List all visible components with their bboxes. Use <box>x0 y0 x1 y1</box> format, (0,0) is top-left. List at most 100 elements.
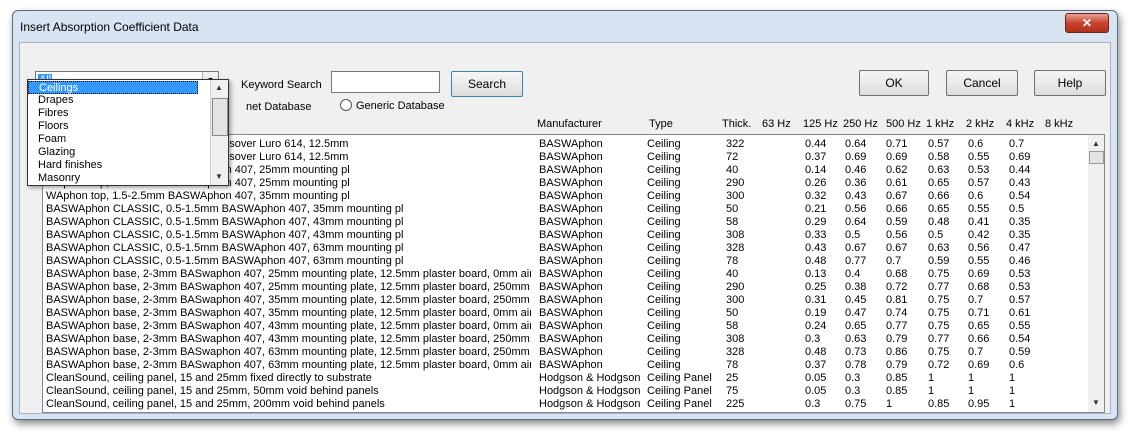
cell-coefficient: 0.54 <box>1009 190 1031 202</box>
table-row[interactable]: BASWAphon base, 2-3mm BASwaphon 407, 35m… <box>43 294 1088 307</box>
search-button[interactable]: Search <box>451 71 523 97</box>
dropdown-option[interactable]: Foam <box>28 133 208 146</box>
table-row[interactable]: BASWAphon base, 2-3mm BASwaphon 407, 63m… <box>43 346 1088 359</box>
cancel-button[interactable]: Cancel <box>946 70 1018 96</box>
cell-coefficient: 0.53 <box>1009 268 1031 280</box>
category-dropdown-list[interactable]: ▲ ▼ Ceilings Drapes Fibres Floors Foam Glazin… <box>27 79 229 186</box>
scroll-down-icon[interactable]: ▼ <box>1089 396 1103 410</box>
cell-thickness: 50 <box>726 307 739 319</box>
table-row[interactable]: BASWAphon base, 2-3mm BASwaphon 407, 25m… <box>43 281 1088 294</box>
help-button[interactable]: Help <box>1034 70 1106 96</box>
dropdown-scrollbar[interactable]: ▲ ▼ <box>210 80 228 185</box>
table-row[interactable]: BASWAphon base, 2-3mm BASwaphon 407, 63m… <box>43 359 1088 372</box>
cell-name: CleanSound, ceiling panel, 15 and 25mm, … <box>46 398 385 410</box>
cell-coefficient: 0.59 <box>886 216 908 228</box>
cell-type: Ceiling <box>647 164 681 176</box>
cell-coefficient: 0.37 <box>805 359 827 371</box>
cell-manufacturer: BASWAphon <box>539 138 603 150</box>
radio-generic-database[interactable]: Generic Database <box>340 99 445 112</box>
table-row[interactable]: BASWAphon base, 2-3mm BASwaphon 407, 35m… <box>43 307 1088 320</box>
cell-coefficient: 0.5 <box>1009 203 1025 215</box>
cell-name: CleanSound, ceiling panel, 15 and 25mm, … <box>46 385 379 397</box>
cell-coefficient: 0.5 <box>928 229 944 241</box>
cell-coefficient: 0.48 <box>805 346 827 358</box>
dropdown-option[interactable]: Hard finishes <box>28 159 208 172</box>
dropdown-option[interactable]: Ceilings <box>28 81 198 94</box>
table-row[interactable]: BASWAphon base, 2-3mm BASwaphon 407, 43m… <box>43 320 1088 333</box>
vertical-scrollbar[interactable]: ▲ ▼ <box>1088 135 1104 412</box>
column-header: 8 kHz <box>1045 118 1074 130</box>
cell-coefficient: 0.64 <box>845 216 867 228</box>
table-row[interactable]: BASWAphon base, 2-3mm BASwaphon 407, 25m… <box>43 268 1088 281</box>
cell-type: Ceiling <box>647 281 681 293</box>
cell-coefficient: 0.69 <box>968 359 990 371</box>
cell-coefficient: 1 <box>886 398 893 410</box>
radio-net-database[interactable]: net Database <box>246 101 311 113</box>
cell-name: BASWAphon CLASSIC, 0.5-1.5mm BASWAphon 4… <box>46 255 404 267</box>
table-row[interactable]: BASWAphon CLASSIC, 0.5-1.5mm BASWAphon 4… <box>43 255 1088 268</box>
cell-coefficient: 0.95 <box>968 398 990 410</box>
cell-coefficient: 0.62 <box>886 164 908 176</box>
cell-coefficient: 0.47 <box>1009 242 1031 254</box>
cell-manufacturer: BASWAphon <box>539 164 603 176</box>
dropdown-scroll-thumb[interactable] <box>212 98 228 136</box>
cell-coefficient: 0.77 <box>845 255 867 267</box>
cell-coefficient: 0.59 <box>928 255 950 267</box>
cell-manufacturer: BASWAphon <box>539 177 603 189</box>
cell-coefficient: 0.85 <box>928 398 950 410</box>
cell-coefficient: 0.77 <box>886 320 908 332</box>
close-button[interactable]: ✕ <box>1065 13 1109 33</box>
cell-coefficient: 0.66 <box>928 190 950 202</box>
keyword-search-label: Keyword Search <box>241 79 322 91</box>
ok-button[interactable]: OK <box>859 70 929 96</box>
cell-coefficient: 0.57 <box>1009 294 1031 306</box>
table-row[interactable]: WAphon top, 1.5-2.5mm BASWAphon 407, 35m… <box>43 190 1088 203</box>
table-row[interactable]: BASWAphon CLASSIC, 0.5-1.5mm BASWAphon 4… <box>43 203 1088 216</box>
cell-name: BASWAphon base, 2-3mm BASwaphon 407, 63m… <box>46 346 531 358</box>
table-row[interactable]: BASWAphon base, 2-3mm BASwaphon 407, 43m… <box>43 333 1088 346</box>
table-row[interactable]: CleanSound, ceiling panel, 15 and 25mm, … <box>43 398 1088 411</box>
cell-type: Ceiling <box>647 333 681 345</box>
cell-coefficient: 0.75 <box>845 398 867 410</box>
column-header: 63 Hz <box>762 118 791 130</box>
table-row[interactable]: BASWAphon CLASSIC, 0.5-1.5mm BASWAphon 4… <box>43 229 1088 242</box>
table-row[interactable]: CleanSound, ceiling panel, 15 and 25mm f… <box>43 372 1088 385</box>
cell-coefficient: 0.3 <box>805 333 821 345</box>
cell-coefficient: 0.3 <box>845 372 861 384</box>
column-header: 125 Hz <box>803 118 838 130</box>
dropdown-option[interactable]: Floors <box>28 120 208 133</box>
cell-coefficient: 0.75 <box>928 346 950 358</box>
scroll-up-icon[interactable]: ▲ <box>1089 137 1103 151</box>
cell-coefficient: 0.69 <box>968 268 990 280</box>
title-bar[interactable]: Insert Absorption Coefficient Data ✕ <box>13 11 1117 41</box>
cell-coefficient: 1 <box>1009 398 1016 410</box>
dropdown-option[interactable]: Glazing <box>28 146 208 159</box>
dropdown-option[interactable]: Drapes <box>28 94 208 107</box>
cell-type: Ceiling Panel <box>647 398 712 410</box>
dropdown-scroll-down-icon[interactable]: ▼ <box>212 170 226 184</box>
cell-coefficient: 0.43 <box>845 190 867 202</box>
cell-type: Ceiling <box>647 177 681 189</box>
dropdown-option[interactable]: Masonry <box>28 172 208 185</box>
cell-type: Ceiling <box>647 359 681 371</box>
cell-coefficient: 0.73 <box>845 346 867 358</box>
scroll-thumb[interactable] <box>1089 151 1104 164</box>
cell-coefficient: 1 <box>928 385 935 397</box>
cell-manufacturer: BASWAphon <box>539 216 603 228</box>
dropdown-scroll-up-icon[interactable]: ▲ <box>212 81 226 95</box>
cell-coefficient: 0.55 <box>968 151 990 163</box>
cell-coefficient: 0.42 <box>968 229 990 241</box>
cell-name: BASWAphon CLASSIC, 0.5-1.5mm BASWAphon 4… <box>46 203 404 215</box>
cell-manufacturer: BASWAphon <box>539 242 603 254</box>
cell-name: BASWAphon base, 2-3mm BASwaphon 407, 35m… <box>46 294 531 306</box>
table-row[interactable]: CleanSound, ceiling panel, 15 and 25mm, … <box>43 385 1088 398</box>
dropdown-option[interactable]: Fibres <box>28 107 208 120</box>
cell-thickness: 308 <box>726 229 745 241</box>
cell-coefficient: 0.37 <box>805 151 827 163</box>
cell-type: Ceiling <box>647 268 681 280</box>
table-row[interactable]: BASWAphon CLASSIC, 0.5-1.5mm BASWAphon 4… <box>43 216 1088 229</box>
keyword-search-input[interactable] <box>331 71 440 93</box>
cell-name: BASWAphon base, 2-3mm BASwaphon 407, 43m… <box>46 333 531 345</box>
cell-thickness: 25 <box>726 372 739 384</box>
table-row[interactable]: BASWAphon CLASSIC, 0.5-1.5mm BASWAphon 4… <box>43 242 1088 255</box>
